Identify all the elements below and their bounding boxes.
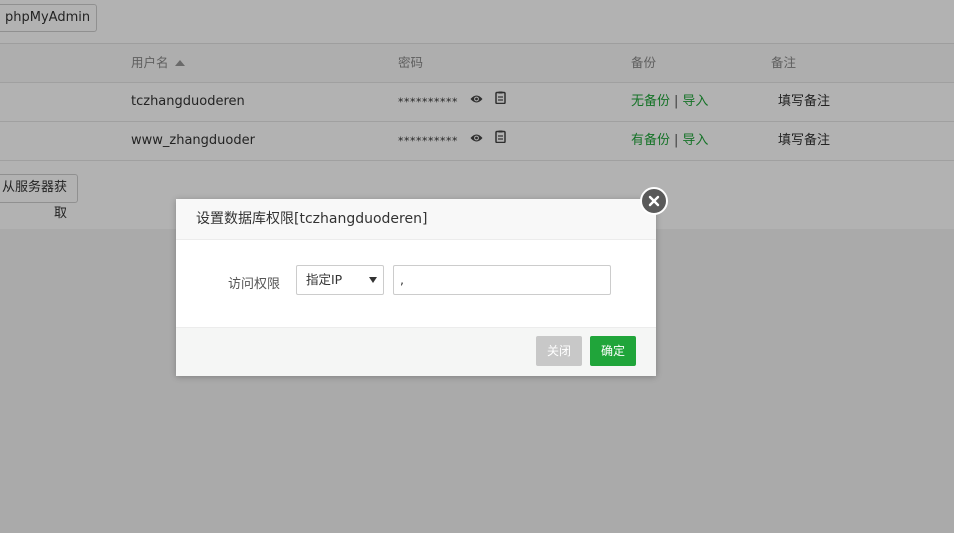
dialog-title: 设置数据库权限[tczhangduoderen]	[176, 199, 656, 240]
dialog-footer: 关闭 确定	[176, 327, 656, 376]
dropdown-caret-icon	[369, 277, 377, 283]
dialog-body: 访问权限 指定IP ,	[176, 240, 656, 326]
close-circle-icon[interactable]	[640, 187, 668, 215]
permission-dialog: 设置数据库权限[tczhangduoderen] 访问权限 指定IP , 关闭 …	[176, 199, 656, 376]
confirm-button[interactable]: 确定	[590, 336, 636, 366]
close-button[interactable]: 关闭	[536, 336, 582, 366]
access-type-select[interactable]: 指定IP	[296, 265, 384, 295]
ip-address-input[interactable]: ,	[393, 265, 611, 295]
access-type-value: 指定IP	[306, 272, 343, 287]
access-permission-label: 访问权限	[228, 277, 281, 292]
